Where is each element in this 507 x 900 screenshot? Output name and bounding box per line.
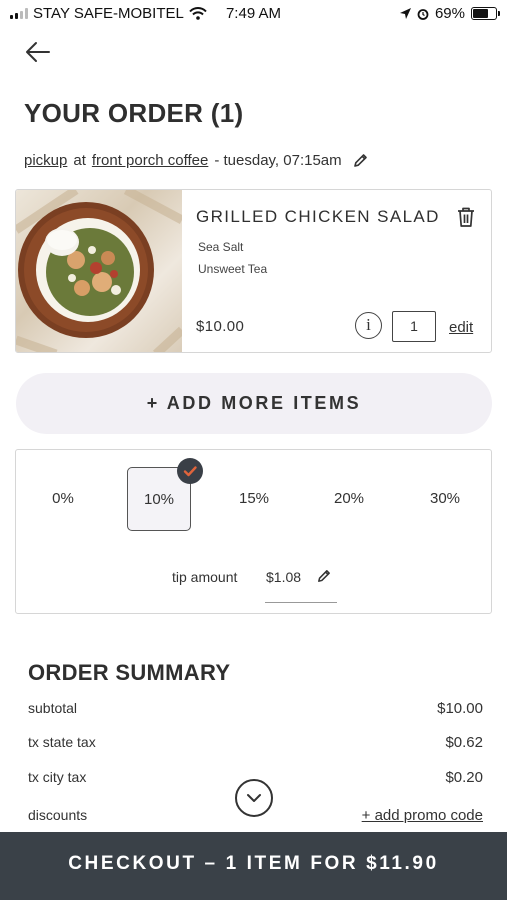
add-promo-code-link[interactable]: + add promo code — [362, 807, 483, 824]
item-name: GRILLED CHICKEN SALAD — [196, 207, 440, 226]
summary-value: $10.00 — [437, 700, 483, 717]
battery-fill — [473, 9, 489, 18]
status-bar: STAY SAFE-MOBITEL 7:49 AM 69% — [0, 0, 507, 28]
item-photo — [16, 190, 182, 352]
page-title: YOUR ORDER (1) — [24, 98, 244, 128]
alarm-icon — [417, 8, 429, 20]
back-button[interactable] — [22, 38, 54, 66]
tip-option-0[interactable]: 0% — [31, 467, 95, 531]
pencil-icon — [318, 570, 330, 582]
pickup-edit-button[interactable] — [352, 152, 369, 169]
summary-value: $0.20 — [445, 769, 483, 786]
pickup-location-link[interactable]: front porch coffee — [92, 152, 208, 169]
checkout-button[interactable]: CHECKOUT – 1 ITEM FOR $11.90 — [0, 832, 507, 900]
trash-icon — [458, 207, 474, 227]
item-modifier: Sea Salt — [198, 240, 244, 254]
delete-item-button[interactable] — [456, 206, 476, 233]
status-right: 69% — [399, 5, 500, 22]
selected-check-badge — [177, 458, 203, 484]
cart-item-card: GRILLED CHICKEN SALAD Sea Salt Unsweet T… — [15, 189, 492, 353]
edit-item-link[interactable]: edit — [449, 319, 473, 336]
location-arrow-icon — [399, 8, 411, 19]
pickup-details: pickup at front porch coffee - tuesday, … — [24, 152, 369, 169]
chevron-down-icon — [247, 794, 261, 802]
summary-label: tx city tax — [28, 769, 87, 785]
item-price: $10.00 — [196, 318, 245, 335]
battery-percent: 69% — [434, 5, 465, 22]
arrow-left-icon — [26, 42, 50, 62]
summary-label: tx state tax — [28, 734, 96, 750]
pickup-at-text: at — [73, 152, 86, 169]
info-icon[interactable]: i — [355, 312, 382, 339]
tip-option-20[interactable]: 20% — [317, 467, 381, 531]
add-more-items-button[interactable]: + ADD MORE ITEMS — [16, 373, 492, 434]
tip-option-30[interactable]: 30% — [413, 467, 477, 531]
order-summary-title: ORDER SUMMARY — [28, 660, 231, 685]
summary-label: discounts — [28, 807, 88, 823]
battery-icon — [471, 7, 500, 20]
tip-option-15[interactable]: 15% — [222, 467, 286, 531]
tip-amount-label: tip amount — [172, 569, 238, 585]
summary-row-state-tax: tx state tax $0.62 — [28, 734, 483, 751]
summary-label: subtotal — [28, 700, 78, 716]
quantity-field[interactable]: 1 — [392, 311, 436, 342]
pickup-mode-link[interactable]: pickup — [24, 152, 67, 169]
salad-bowl-image — [16, 190, 182, 352]
tip-selector: 0% 10% 15% 20% 30% tip amount $1.08 — [15, 449, 492, 614]
checkmark-icon — [183, 466, 197, 477]
tip-edit-button[interactable] — [316, 568, 332, 589]
summary-value: $0.62 — [445, 734, 483, 751]
tip-amount-underline — [265, 602, 337, 603]
summary-row-subtotal: subtotal $10.00 — [28, 700, 483, 717]
item-modifier: Unsweet Tea — [198, 262, 268, 276]
tip-amount-value[interactable]: $1.08 — [266, 569, 301, 585]
scroll-down-button[interactable] — [235, 779, 273, 817]
pickup-time-text: - tuesday, 07:15am — [214, 152, 342, 169]
pencil-icon — [353, 154, 367, 167]
